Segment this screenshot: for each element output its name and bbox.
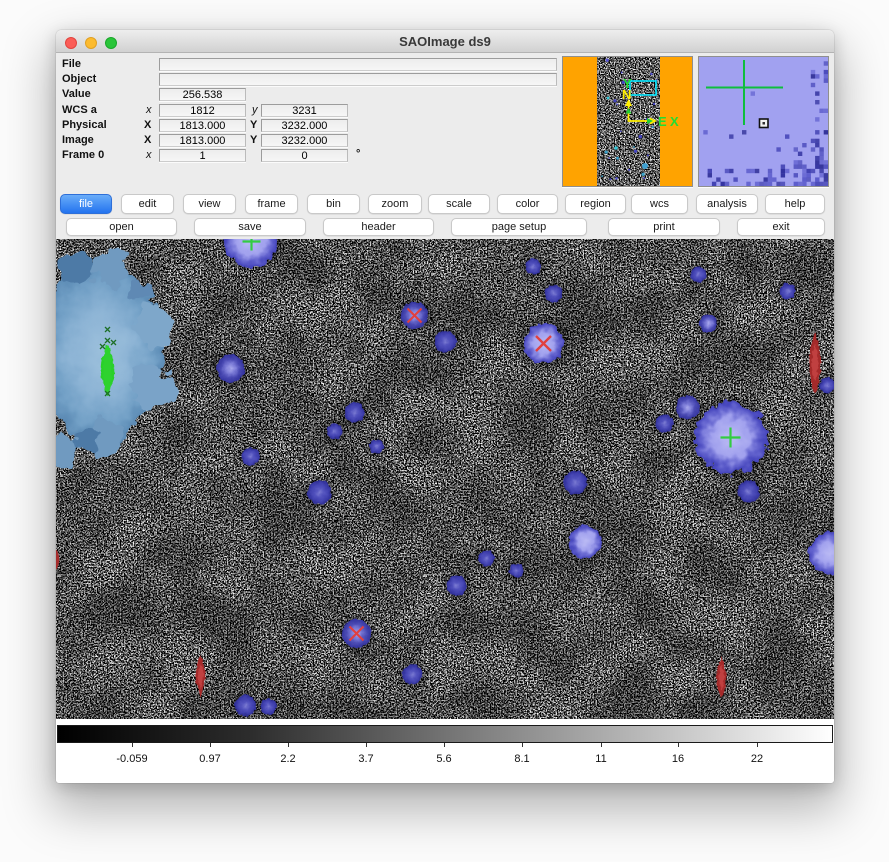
svg-text:E: E [658,114,667,129]
svg-text:N: N [622,87,631,102]
svg-text:X: X [670,114,679,129]
